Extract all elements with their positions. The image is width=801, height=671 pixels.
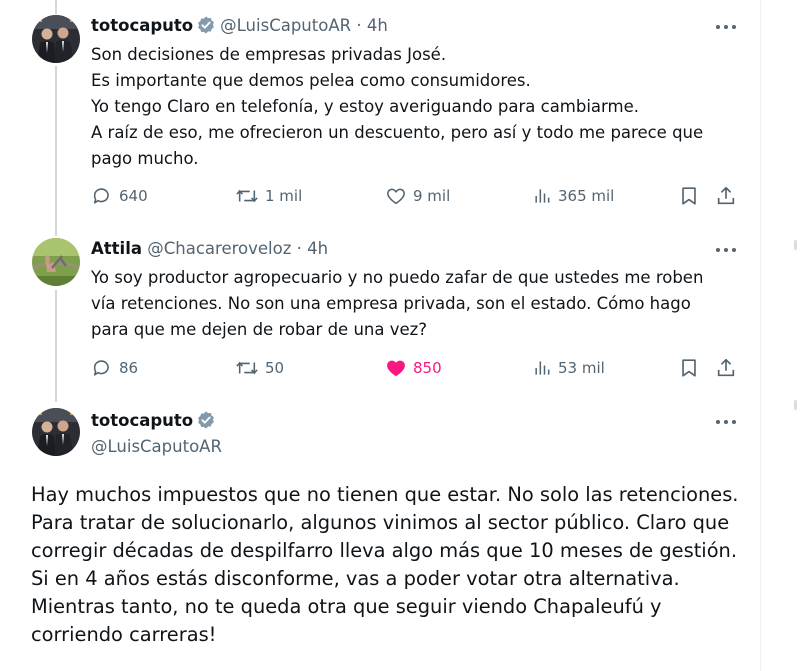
avatar[interactable] [32,408,80,456]
heart-icon [385,185,407,207]
tweet-text-line: Es importante que demos pelea como consu… [91,71,531,90]
scroll-indicator [794,400,797,410]
tweet-text-line: vía retenciones. No son una empresa priv… [91,294,691,313]
tweet-text-line: Si en 4 años estás disconforme, vas a po… [31,567,680,590]
tweet-text-line: corriendo carreras! [31,623,217,646]
repost-count: 50 [265,359,285,377]
bookmark-button[interactable] [678,356,700,380]
avatar[interactable] [32,238,80,286]
tweet-text-line: pago mucho. [91,149,199,168]
share-upload-icon [715,357,737,379]
tweet-text-line: corregir décadas de despilfarro lleva al… [31,539,738,562]
author-handle[interactable]: @Chacareroveloz [147,239,291,258]
like-count: 9 mil [413,187,451,205]
scroll-indicator [794,240,797,250]
views-bars-icon [532,358,552,378]
author-handle[interactable]: @LuisCaputoAR [91,436,222,458]
reply-tweet[interactable]: Attila @Chacareroveloz · 4h Yo soy produ… [0,230,760,402]
bookmark-icon [678,357,700,379]
tweet-text: Yo soy productor agropecuario y no puedo… [91,265,751,343]
repost-button[interactable]: 50 [235,356,284,380]
author-name[interactable]: totocaputo [91,411,193,430]
like-button[interactable]: 850 [385,356,442,380]
more-dots-icon[interactable] [713,412,739,432]
more-dots-icon[interactable] [713,17,739,37]
adjacent-panel-edge [790,0,801,671]
verified-badge-icon [196,410,216,436]
like-count: 850 [413,359,442,377]
tweet-actions: 86 50 850 53 mil [91,356,751,380]
author-name[interactable]: Attila [91,239,142,258]
repost-arrows-icon [235,357,259,379]
repost-button[interactable]: 1 mil [235,184,302,208]
tweet-text-line: Hay muchos impuestos que no tienen que e… [31,483,739,506]
avatar[interactable] [32,15,80,63]
repost-count: 1 mil [265,187,303,205]
reply-button[interactable]: 86 [91,356,138,380]
views-button[interactable]: 365 mil [532,184,614,208]
tweet-text-line: para que me dejen de robar de una vez? [91,320,428,339]
reply-bubble-icon [91,185,113,207]
more-dots-icon[interactable] [713,240,739,260]
tweet-actions: 640 1 mil 9 mil 365 mil [91,184,751,208]
author-handle[interactable]: @LuisCaputoAR [220,16,351,35]
views-bars-icon [532,186,552,206]
conversation-column: totocaputo @LuisCaputoAR · 4h Son decisio… [0,0,761,671]
bookmark-icon [678,185,700,207]
share-upload-icon [715,185,737,207]
reply-bubble-icon [91,357,113,379]
reply-tweet[interactable]: totocaputo @LuisCaputoAR · 4h Son decisio… [0,0,760,230]
share-button[interactable] [715,356,737,380]
views-count: 53 mil [558,359,605,377]
author-name[interactable]: totocaputo [91,16,193,35]
separator-dot: · [296,239,302,258]
focused-tweet-text: Hay muchos impuestos que no tienen que e… [31,481,751,649]
reply-count: 86 [119,359,139,377]
timestamp[interactable]: 4h [367,16,388,35]
tweet-header: Attila @Chacareroveloz · 4h [91,238,328,260]
tweet-text-line: Yo soy productor agropecuario y no puedo… [91,268,704,287]
tweet-text-line: Son decisiones de empresas privadas José… [91,45,447,64]
tweet-header: totocaputo @LuisCaputoAR · 4h [91,15,388,41]
separator-dot: · [356,16,362,35]
tweet-text-line: A raíz de eso, me ofrecieron un descuent… [91,123,704,142]
tweet-text-line: Para tratar de solucionarlo, algunos vin… [31,511,730,534]
like-button[interactable]: 9 mil [385,184,450,208]
views-count: 365 mil [558,187,615,205]
heart-icon [385,357,407,379]
tweet-text: Son decisiones de empresas privadas José… [91,42,751,172]
timestamp[interactable]: 4h [307,239,328,258]
bookmark-button[interactable] [678,184,700,208]
tweet-text-line: Yo tengo Claro en telefonía, y estoy ave… [91,97,640,116]
views-button[interactable]: 53 mil [532,356,605,380]
author-name-row: totocaputo [91,410,220,436]
repost-arrows-icon [235,185,259,207]
reply-count: 640 [119,187,148,205]
reply-button[interactable]: 640 [91,184,148,208]
share-button[interactable] [715,184,737,208]
verified-badge-icon [196,15,216,41]
tweet-text-line: Mientras tanto, no te queda otra que seg… [31,595,662,618]
